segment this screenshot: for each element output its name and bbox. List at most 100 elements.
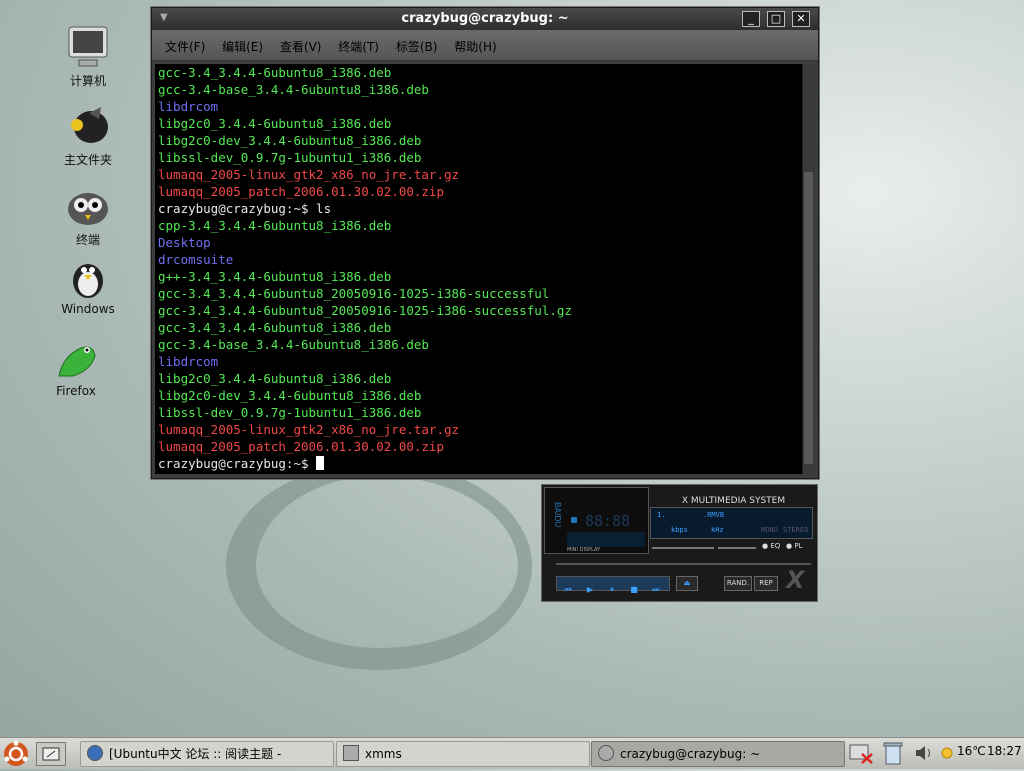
terminal-prompt-line[interactable]: crazybug@crazybug:~$	[158, 455, 803, 472]
task-firefox[interactable]: [Ubuntu中文 论坛 :: 阅读主题 -	[80, 741, 334, 767]
terminal-menubar: 文件(F) 编辑(E) 查看(V) 终端(T) 标签(B) 帮助(H)	[152, 30, 818, 61]
xmms-side-label: BAIDU	[553, 502, 562, 528]
xmms-track: 1.	[657, 511, 666, 519]
terminal-window[interactable]: ▼ crazybug@crazybug: ~ _ □ ✕ 文件(F) 编辑(E)…	[151, 7, 819, 479]
balance-slider[interactable]	[718, 547, 756, 549]
terminal-line: lumaqq_2005_patch_2006.01.30.02.00.zip	[158, 184, 444, 199]
desktop-icon-windows[interactable]: Windows	[48, 254, 128, 316]
playlist-toggle[interactable]: ● PL	[786, 542, 802, 550]
terminal-line: gcc-3.4_3.4.4-6ubuntu8_20050916-1025-i38…	[158, 286, 550, 301]
next-button[interactable]: ⏭	[645, 583, 667, 596]
terminal-line: crazybug@crazybug:~$ ls	[158, 201, 332, 216]
desktop-icon-computer[interactable]: 计算机	[48, 24, 128, 89]
wallpaper-swirl	[226, 462, 532, 670]
desktop-icon-label: 主文件夹	[63, 153, 112, 167]
terminal-line: libssl-dev_0.9.7g-1ubuntu1_i386.deb	[158, 405, 422, 420]
desktop-icon-terminal[interactable]: 终端	[48, 183, 128, 248]
terminal-line: libdrcom	[158, 354, 219, 369]
windows-drive-icon	[65, 254, 111, 300]
shuffle-button[interactable]: RAND.	[724, 576, 752, 591]
maximize-button[interactable]: □	[767, 11, 785, 27]
xmms-header: X MULTIMEDIA SYSTEM	[681, 496, 786, 506]
text-cursor	[316, 456, 325, 470]
terminal-line: drcomsuite	[158, 252, 234, 267]
terminal-output[interactable]: gcc-3.4_3.4.4-6ubuntu8_i386.deb gcc-3.4-b…	[155, 64, 803, 474]
desktop-icon-label: 终端	[75, 233, 100, 247]
stop-indicator-icon	[571, 517, 577, 523]
desktop-icon-home[interactable]: 主文件夹	[48, 103, 128, 168]
task-terminal[interactable]: crazybug@crazybug: ~	[591, 741, 845, 767]
repeat-button[interactable]: REP	[754, 576, 778, 591]
xmms-mini-display-label: MINI DISPLAY	[567, 547, 601, 553]
menu-tabs[interactable]: 标签(B)	[396, 38, 438, 55]
eq-toggle[interactable]: ● EQ	[762, 542, 780, 550]
terminal-line: libg2c0_3.4.4-6ubuntu8_i386.deb	[158, 116, 392, 131]
terminal-line: gcc-3.4_3.4.4-6ubuntu8_i386.deb	[158, 320, 392, 335]
firefox-icon	[87, 745, 103, 761]
terminal-line: libg2c0_3.4.4-6ubuntu8_i386.deb	[158, 371, 392, 386]
desktop-icon-label: Windows	[61, 302, 115, 316]
weather-sun-icon[interactable]	[940, 746, 954, 760]
xmms-khz: kHz	[711, 526, 724, 534]
terminal-line: libg2c0-dev_3.4.4-6ubuntu8_i386.deb	[158, 388, 422, 403]
trash-icon[interactable]	[882, 740, 904, 766]
show-desktop-button[interactable]	[36, 742, 66, 766]
home-folder-icon	[65, 103, 111, 149]
terminal-line: libdrcom	[158, 99, 219, 114]
menu-help[interactable]: 帮助(H)	[454, 38, 496, 55]
terminal-line: libssl-dev_0.9.7g-1ubuntu1_i386.deb	[158, 150, 422, 165]
stop-button[interactable]: ■	[623, 583, 645, 596]
scrollbar-thumb[interactable]	[804, 172, 813, 464]
terminal-line: Desktop	[158, 235, 211, 250]
terminal-line: lumaqq_2005-linux_gtk2_x86_no_jre.tar.gz	[158, 422, 460, 437]
terminal-line: gcc-3.4-base_3.4.4-6ubuntu8_i386.deb	[158, 82, 429, 97]
clock[interactable]: 18:27	[987, 744, 1022, 758]
temperature[interactable]: 16℃	[957, 744, 986, 758]
menu-terminal[interactable]: 终端(T)	[338, 38, 379, 55]
network-icon[interactable]	[848, 742, 874, 764]
terminal-line: gcc-3.4_3.4.4-6ubuntu8_i386.deb	[158, 65, 392, 80]
xmms-logo: X	[786, 566, 805, 594]
menu-file[interactable]: 文件(F)	[165, 38, 205, 55]
desktop-icon-label: 计算机	[69, 74, 106, 88]
xmms-kbps: kbps	[671, 526, 688, 534]
show-desktop-icon	[42, 747, 60, 761]
xmms-visualizer[interactable]	[567, 532, 645, 547]
xmms-player[interactable]: BAIDU 88:88 MINI DISPLAY X MULTIMEDIA SY…	[541, 484, 818, 602]
terminal-line: g++-3.4_3.4.4-6ubuntu8_i386.deb	[158, 269, 392, 284]
terminal-line: lumaqq_2005-linux_gtk2_x86_no_jre.tar.gz	[158, 167, 460, 182]
terminal-icon	[65, 183, 111, 229]
volume-icon[interactable]	[914, 744, 934, 762]
xmms-mono: MONO	[761, 526, 778, 534]
xmms-time: 88:88	[585, 512, 631, 530]
terminal-line: gcc-3.4_3.4.4-6ubuntu8_20050916-1025-i38…	[158, 303, 572, 318]
seek-bar[interactable]	[556, 563, 811, 565]
volume-slider[interactable]	[652, 547, 714, 549]
minimize-button[interactable]: _	[742, 11, 760, 27]
bottom-panel: [Ubuntu中文 论坛 :: 阅读主题 - xmms crazybug@cra…	[0, 737, 1024, 769]
terminal-line: cpp-3.4_3.4.4-6ubuntu8_i386.deb	[158, 218, 392, 233]
task-label: [Ubuntu中文 论坛 :: 阅读主题 -	[109, 747, 282, 761]
xmms-icon	[343, 745, 359, 761]
eject-button[interactable]: ⏏	[676, 576, 698, 591]
previous-button[interactable]: ⏮	[557, 583, 579, 596]
pause-button[interactable]: ⏸	[601, 583, 623, 596]
close-button[interactable]: ✕	[792, 11, 810, 27]
terminal-line: lumaqq_2005_patch_2006.01.30.02.00.zip	[158, 439, 444, 454]
terminal-titlebar[interactable]: ▼ crazybug@crazybug: ~ _ □ ✕	[152, 8, 818, 30]
terminal-line: libg2c0-dev_3.4.4-6ubuntu8_i386.deb	[158, 133, 422, 148]
terminal-scrollbar[interactable]	[802, 64, 815, 474]
terminal-icon	[598, 745, 614, 761]
firefox-icon	[53, 336, 99, 382]
terminal-title: crazybug@crazybug: ~	[401, 11, 569, 26]
menu-edit[interactable]: 编辑(E)	[222, 38, 263, 55]
desktop-icon-firefox[interactable]: Firefox	[36, 336, 116, 398]
ubuntu-menu-icon[interactable]	[2, 740, 30, 768]
transport-controls: ⏮ ▶ ⏸ ■ ⏭	[556, 576, 670, 594]
task-xmms[interactable]: xmms	[336, 741, 590, 767]
menu-view[interactable]: 查看(V)	[280, 38, 322, 55]
task-label: crazybug@crazybug: ~	[620, 747, 761, 761]
terminal-prompt: crazybug@crazybug:~$	[158, 456, 309, 471]
play-button[interactable]: ▶	[579, 583, 601, 596]
xmms-song-info: 1. .RMVB kbps kHz MONO STEREO	[650, 507, 813, 539]
